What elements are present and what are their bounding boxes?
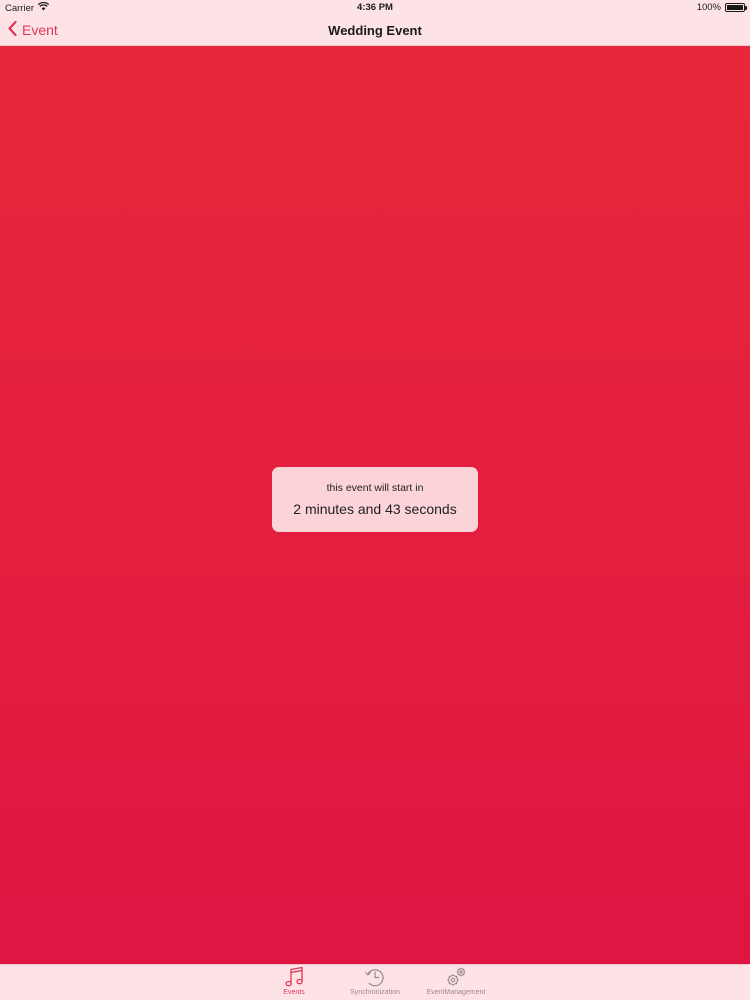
tab-events-label: Events [283,989,305,996]
status-bar: Carrier 4:36 PM 100% [0,0,750,16]
sync-clock-icon [363,965,387,989]
event-background: this event will start in 2 minutes and 4… [0,46,750,964]
battery-fill [727,5,743,10]
status-time: 4:36 PM [357,2,393,13]
tab-synchronization-label: Synchronization [350,989,400,996]
page-title: Wedding Event [328,23,422,38]
tab-event-management-label: EventManagement [426,989,486,996]
tab-event-management[interactable]: EventManagement [411,965,501,1000]
tab-events[interactable]: Events [249,965,339,1000]
status-right: 100% [696,2,747,13]
gears-icon [444,965,468,989]
music-note-icon [282,965,306,989]
battery-icon [725,3,747,12]
countdown-card: this event will start in 2 minutes and 4… [272,467,478,532]
tab-synchronization[interactable]: Synchronization [330,965,420,1000]
navigation-bar: Event Wedding Event [0,16,750,46]
countdown-value: 2 minutes and 43 seconds [293,501,457,517]
battery-percent: 100% [696,2,721,13]
countdown-label: this event will start in [326,482,424,494]
tab-bar: Events Synchronization EventManagement [0,964,750,1000]
